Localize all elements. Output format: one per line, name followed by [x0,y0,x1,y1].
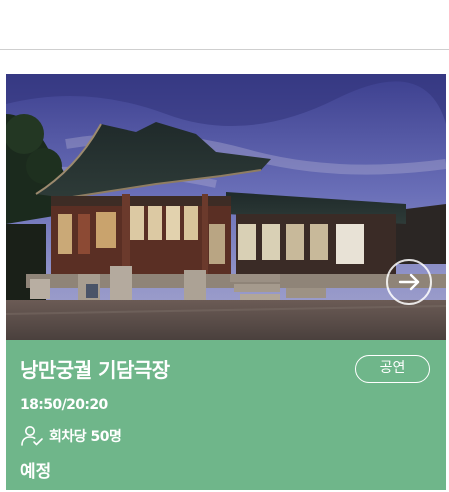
next-button[interactable] [386,259,432,305]
capacity-text: 회차당 50명 [49,429,122,445]
program-card[interactable]: 낭만궁궐 기담극장 공연 18:50/20:20 회차당 50명 예정 [6,74,446,490]
person-check-icon [21,426,43,446]
category-badge: 공연 [355,355,430,383]
arrow-right-icon [398,273,420,291]
top-divider [0,49,449,50]
capacity-row: 회차당 50명 [20,424,122,448]
page: 낭만궁궐 기담극장 공연 18:50/20:20 회차당 50명 예정 [0,0,449,492]
card-info: 낭만궁궐 기담극장 공연 18:50/20:20 회차당 50명 예정 [6,340,446,490]
status-text: 예정 [20,462,52,482]
program-photo[interactable] [6,74,446,340]
showtimes: 18:50/20:20 [20,397,108,413]
program-title[interactable]: 낭만궁궐 기담극장 [20,354,170,383]
